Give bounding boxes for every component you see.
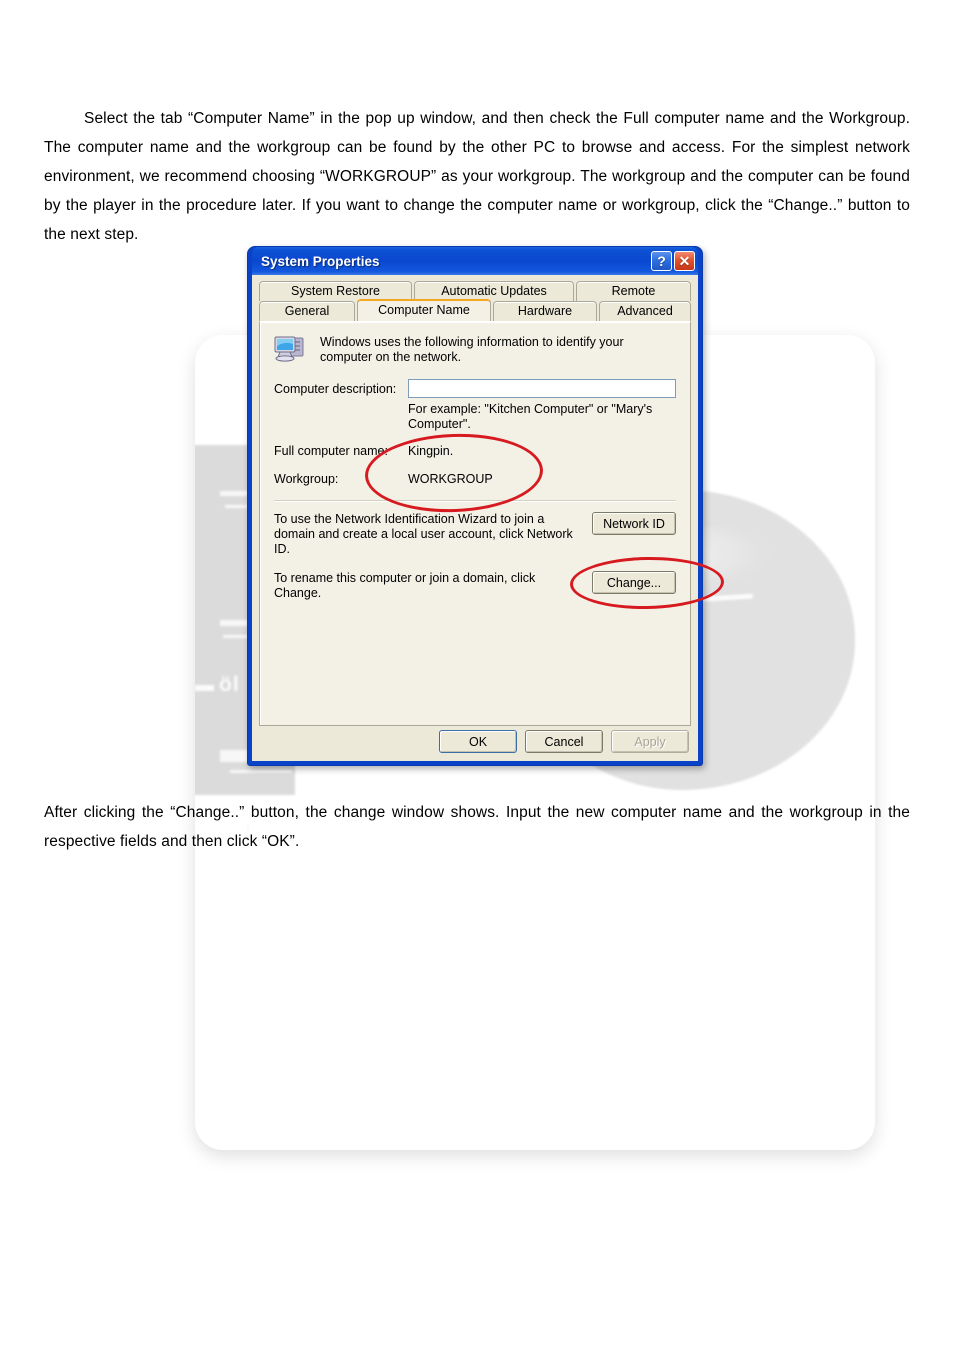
ok-button[interactable]: OK [439,730,517,753]
workgroup-value: WORKGROUP [408,472,493,486]
apply-button: Apply [611,730,689,753]
network-id-button[interactable]: Network ID [592,512,676,535]
change-row: To rename this computer or join a domain… [274,571,676,601]
workgroup-label: Workgroup: [274,472,339,486]
dialog-title: System Properties [261,253,380,269]
computer-description-label: Computer description: [274,381,397,396]
close-icon[interactable]: ✕ [674,251,695,271]
computer-description-hint: For example: "Kitchen Computer" or "Mary… [408,402,653,431]
panel-divider [274,500,676,502]
tab-computer-name[interactable]: Computer Name [357,299,491,321]
help-button[interactable]: ? [651,251,672,271]
intro-text: Windows uses the following information t… [320,335,624,364]
tab-row-upper: System Restore Automatic Updates Remote [259,281,691,301]
tab-general[interactable]: General [259,301,355,321]
dialog-body: System Restore Automatic Updates Remote … [252,275,698,761]
network-id-description: To use the Network Identification Wizard… [274,512,573,556]
tab-system-restore[interactable]: System Restore [259,281,412,301]
full-computer-name-label: Full computer name: [274,444,388,458]
tab-advanced[interactable]: Advanced [599,301,691,321]
instruction-paragraph-top: Select the tab “Computer Name” in the po… [44,109,910,243]
cancel-button[interactable]: Cancel [525,730,603,753]
full-computer-name-value: Kingpin. [408,444,454,458]
dialog-titlebar[interactable]: System Properties ? ✕ [252,247,698,275]
instruction-paragraph-bottom: After clicking the “Change..” button, th… [44,803,910,850]
tab-strip: System Restore Automatic Updates Remote … [259,281,691,321]
tab-hardware[interactable]: Hardware [493,301,597,321]
tab-automatic-updates[interactable]: Automatic Updates [414,281,574,301]
computer-description-row: Computer description: [274,379,676,398]
full-computer-name-row: Full computer name: Kingpin. [274,444,676,458]
computer-icon [274,334,308,364]
intro-block: Windows uses the following information t… [274,334,676,365]
change-description: To rename this computer or join a domain… [274,571,536,600]
dialog-footer-buttons: OK Cancel Apply [439,730,689,753]
tab-row-lower: General Computer Name Hardware Advanced [259,299,691,321]
computer-description-input[interactable] [408,379,676,398]
change-button[interactable]: Change... [592,571,676,594]
network-id-row: To use the Network Identification Wizard… [274,512,676,557]
tab-remote[interactable]: Remote [576,281,691,301]
device-brand-text: öl [219,673,240,696]
computer-name-tab-panel: Windows uses the following information t… [259,321,691,726]
workgroup-row: Workgroup: WORKGROUP [274,472,676,486]
system-properties-dialog: System Properties ? ✕ System Restore Aut… [247,246,703,766]
